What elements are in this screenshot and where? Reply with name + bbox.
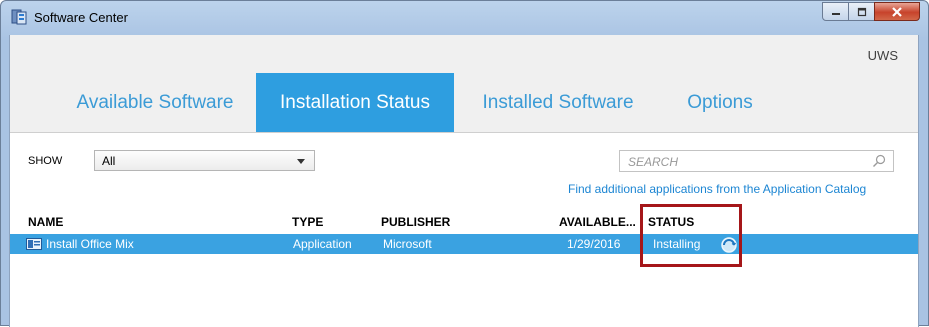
tab-installation-status[interactable]: Installation Status: [256, 73, 454, 132]
tab-label: Options: [687, 91, 753, 113]
tab-label: Installed Software: [482, 91, 634, 113]
title-bar[interactable]: Software Center: [1, 1, 928, 35]
window-controls: [822, 2, 920, 22]
minimize-icon: [831, 12, 840, 15]
software-center-window: Software Center UWS Available Software I…: [0, 0, 929, 327]
software-center-icon: [11, 9, 27, 25]
tab-label: Installation Status: [280, 91, 430, 113]
show-label: SHOW: [28, 155, 63, 167]
tab-installed-software[interactable]: Installed Software: [462, 73, 654, 132]
status-highlight-box: [640, 204, 742, 267]
column-header-name[interactable]: NAME: [28, 215, 63, 229]
tab-label: Available Software: [76, 91, 234, 113]
search-placeholder: SEARCH: [628, 155, 679, 169]
row-available: 1/29/2016: [567, 237, 621, 251]
column-header-available[interactable]: AVAILABLE...: [559, 215, 636, 229]
chevron-down-icon: [297, 159, 305, 164]
column-header-publisher[interactable]: PUBLISHER: [381, 215, 450, 229]
close-button[interactable]: [874, 2, 920, 21]
maximize-button[interactable]: [848, 2, 875, 21]
main-content: UWS Available Software Installation Stat…: [9, 35, 919, 327]
table-row[interactable]: Install Office Mix Application Microsoft…: [10, 234, 918, 254]
window-title: Software Center: [34, 10, 128, 25]
application-catalog-link[interactable]: Find additional applications from the Ap…: [568, 182, 866, 196]
user-name: UWS: [867, 48, 898, 63]
maximize-icon: [857, 7, 866, 16]
row-publisher: Microsoft: [383, 237, 432, 251]
show-selected-value: All: [102, 154, 116, 168]
show-dropdown[interactable]: All: [94, 150, 315, 171]
column-header-type[interactable]: TYPE: [292, 215, 323, 229]
tab-options[interactable]: Options: [660, 73, 780, 132]
minimize-button[interactable]: [822, 2, 849, 21]
search-input[interactable]: SEARCH: [619, 150, 894, 172]
header-area: UWS Available Software Installation Stat…: [10, 35, 918, 133]
row-name: Install Office Mix: [46, 237, 134, 251]
tab-available-software[interactable]: Available Software: [50, 73, 260, 132]
application-icon: [26, 238, 42, 250]
search-icon: [873, 154, 886, 167]
close-icon: [892, 6, 902, 17]
row-type: Application: [293, 237, 352, 251]
